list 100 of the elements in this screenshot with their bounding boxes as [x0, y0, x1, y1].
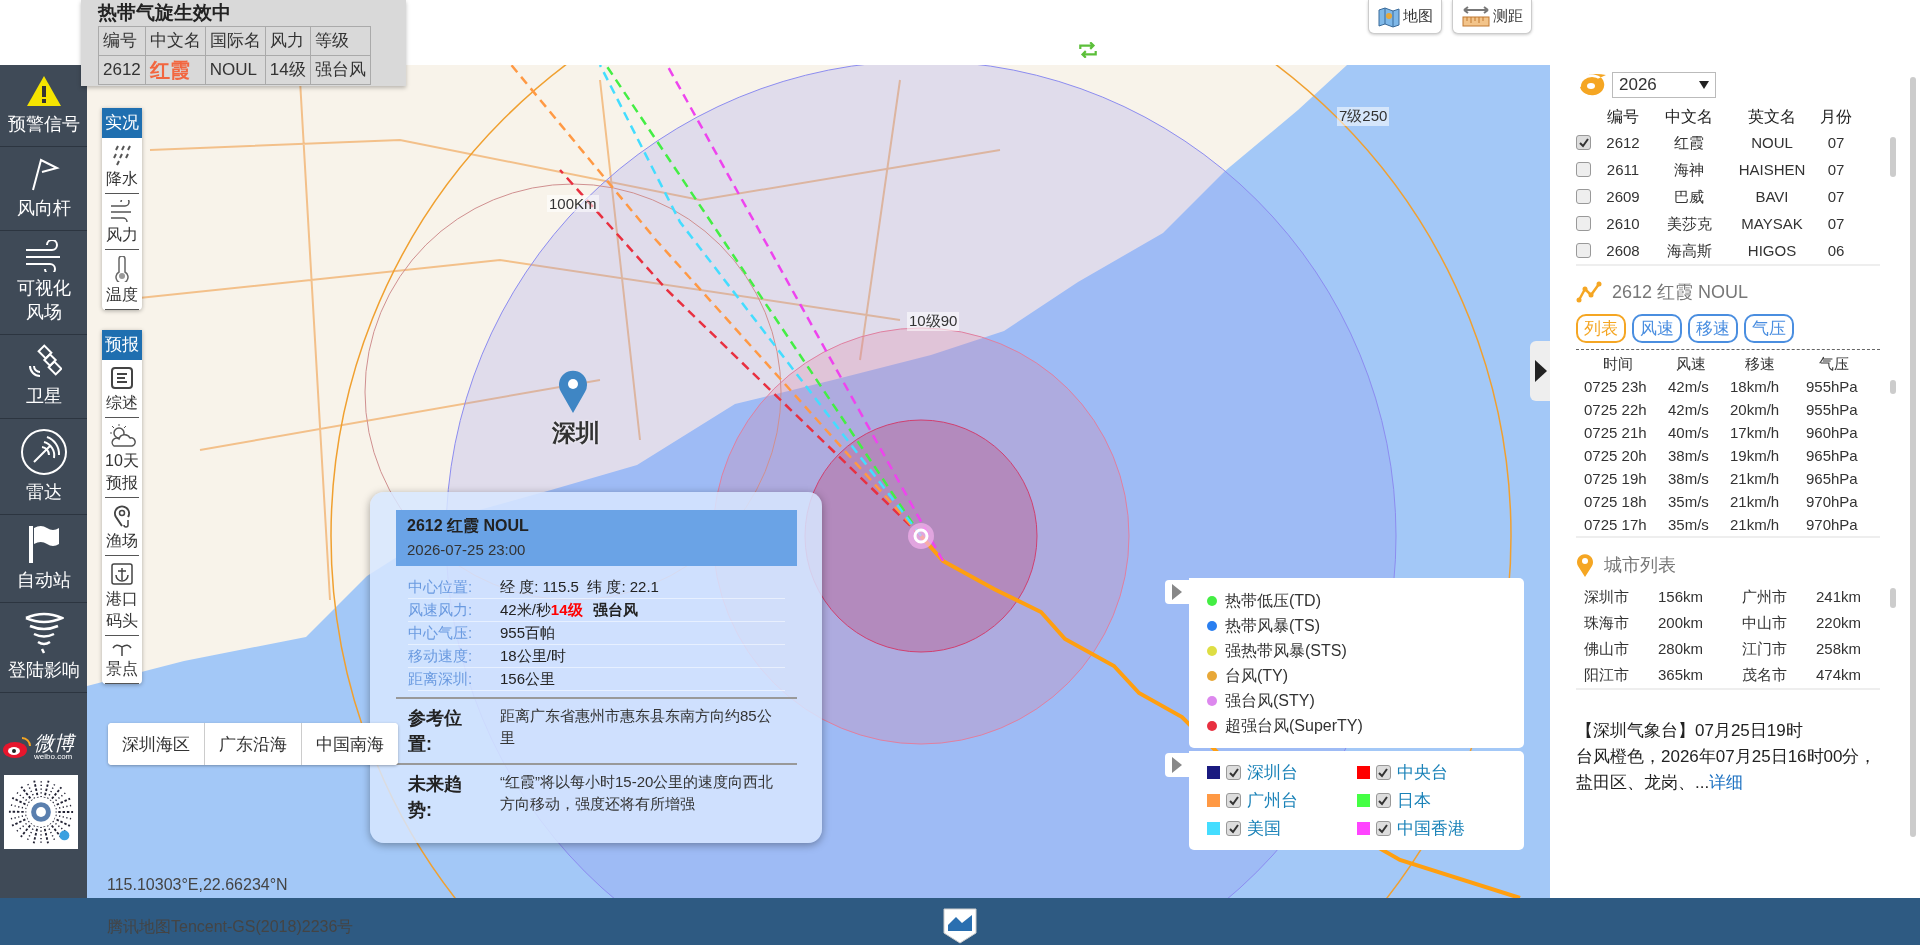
detail-label: 距离深圳:	[408, 669, 474, 689]
table-cell-text: 美莎克	[1665, 214, 1713, 234]
table-cell: 红霞	[145, 55, 206, 85]
detail-label: 风速风力:	[408, 600, 474, 620]
table-cell-text: HIGOS	[1746, 241, 1798, 261]
agency-link[interactable]: 深圳台	[1247, 761, 1298, 784]
table-cell-text: 35m/s	[1668, 492, 1710, 512]
agency-link[interactable]: 中央台	[1396, 761, 1448, 784]
map-icon	[1377, 4, 1401, 29]
radius-label: 7级250	[1337, 107, 1390, 126]
layer-item[interactable]: 综述	[105, 360, 139, 418]
table-cell-text: 21km/h	[1730, 515, 1781, 535]
note-label: 未来趋势:	[408, 773, 463, 822]
checkbox[interactable]	[1375, 765, 1391, 780]
layer-group-title: 预报	[102, 330, 142, 360]
table-cell-text: 40m/s	[1668, 423, 1710, 443]
agency-link[interactable]: 日本	[1396, 789, 1431, 812]
year-dropdown[interactable]: 2026	[1612, 72, 1716, 98]
checkbox[interactable]	[1576, 216, 1591, 231]
layer-item[interactable]: 渔场	[105, 498, 139, 556]
table-header: 等级	[310, 26, 371, 56]
city-name: 佛山市	[1584, 639, 1630, 659]
checkbox[interactable]	[1576, 243, 1591, 258]
triangle-right-icon[interactable]	[1165, 580, 1189, 604]
table-cell-text: NOUL	[1750, 133, 1794, 153]
layer-item[interactable]: 降水	[105, 138, 139, 194]
typhoon-row[interactable]: 2608 海高斯 HIGOS 06	[1576, 237, 1880, 264]
checkbox[interactable]	[1226, 765, 1241, 780]
checkbox[interactable]	[1375, 821, 1391, 836]
caret-icon	[1699, 81, 1709, 89]
table-cell-text: HAISHEN	[1737, 160, 1807, 180]
city-name: 中山市	[1742, 613, 1788, 633]
region-tab[interactable]: 深圳海区	[108, 723, 205, 765]
weibo-logo[interactable]: 微博 weibo.com	[0, 733, 87, 761]
refresh-icon[interactable]	[1077, 42, 1099, 58]
typhoon-row[interactable]: 2610 美莎克 MAYSAK 07	[1576, 210, 1880, 237]
table-cell-text: 07	[1826, 133, 1846, 153]
map-button[interactable]: 地图	[1368, 0, 1442, 34]
detail-label: 中心气压:	[408, 623, 474, 643]
typhoon-row[interactable]: 2609 巴威 BAVI 07	[1576, 183, 1880, 210]
table-cell-text: 07	[1826, 214, 1846, 234]
table-cell-text: 红霞	[1673, 133, 1705, 153]
layer-item[interactable]: 景点	[105, 636, 139, 684]
table-cell-text: 0725 20h	[1584, 446, 1648, 466]
tornado-icon	[23, 612, 64, 654]
checkbox[interactable]	[1576, 189, 1591, 204]
agency-link[interactable]: 中国香港	[1396, 817, 1465, 840]
detail-label: 移动速度:	[408, 646, 474, 666]
typhoon-row[interactable]: 2611 海神 HAISHEN 07	[1576, 156, 1880, 183]
city-distance: 220km	[1816, 613, 1863, 633]
table-cell: 14级	[265, 55, 311, 85]
triangle-right-icon	[1535, 360, 1547, 382]
table-cell-text: 0725 23h	[1584, 377, 1648, 397]
typhoon-row[interactable]: 2612 红霞 NOUL 07	[1576, 129, 1880, 156]
measure-button[interactable]: 测距	[1452, 0, 1532, 34]
tab[interactable]: 风速	[1632, 314, 1682, 343]
location-pin-icon	[1576, 552, 1594, 578]
cyclone-info-title: 热带气旋生效中	[98, 1, 232, 25]
table-cell-text: 海神	[1673, 160, 1705, 180]
tab[interactable]: 移速	[1688, 314, 1738, 343]
radius-label: 10级90	[907, 312, 960, 331]
layer-item[interactable]: 温度	[105, 250, 139, 310]
layer-item[interactable]: 10天 预报	[105, 418, 139, 498]
layer-item[interactable]: 风力	[105, 194, 139, 250]
table-cell: 2612	[98, 55, 146, 85]
column-header: 月份	[1819, 107, 1853, 127]
checkbox[interactable]	[1375, 793, 1391, 808]
city-name: 珠海市	[1584, 613, 1630, 633]
table-cell-text: 20km/h	[1730, 400, 1781, 420]
sidebar-item[interactable]: 预警信号	[0, 65, 87, 147]
collapse-button[interactable]	[1530, 341, 1550, 401]
checkbox[interactable]	[1576, 162, 1591, 177]
table-cell-text: 2612	[1605, 133, 1641, 153]
agency-link[interactable]: 美国	[1247, 817, 1281, 840]
region-tab[interactable]: 广东沿海	[205, 723, 302, 765]
table-cell-text: 970hPa	[1806, 492, 1859, 512]
details-link[interactable]: 详细	[1709, 773, 1744, 792]
popup-time: 2026-07-25 23:00	[407, 540, 527, 560]
checkbox[interactable]	[1226, 821, 1241, 836]
agency-link[interactable]: 广州台	[1247, 789, 1298, 812]
city-name: 广州市	[1742, 587, 1788, 607]
flag-icon	[26, 524, 61, 564]
detail-value: 18公里/时	[500, 646, 566, 666]
legend-label: 强台风(STY)	[1225, 691, 1315, 711]
table-cell-text: BAVI	[1754, 187, 1790, 207]
legend-label: 热带风暴(TS)	[1225, 616, 1321, 636]
table-cell-text: 07	[1826, 187, 1846, 207]
table-cell-text: 965hPa	[1806, 446, 1859, 466]
table-cell-text: 2609	[1605, 187, 1641, 207]
region-tab[interactable]: 中国南海	[302, 723, 398, 765]
table-cell-text: 0725 21h	[1584, 423, 1648, 443]
triangle-right-icon[interactable]	[1165, 753, 1189, 777]
city-name: 阳江市	[1584, 665, 1630, 685]
city-name: 深圳市	[1584, 587, 1630, 607]
table-cell-text: 970hPa	[1806, 515, 1859, 535]
checkbox[interactable]	[1576, 135, 1591, 150]
palm-tree-icon	[111, 642, 133, 656]
layer-item[interactable]: 港口 码头	[105, 556, 139, 636]
checkbox[interactable]	[1226, 793, 1241, 808]
city-distance: 474km	[1816, 665, 1863, 685]
